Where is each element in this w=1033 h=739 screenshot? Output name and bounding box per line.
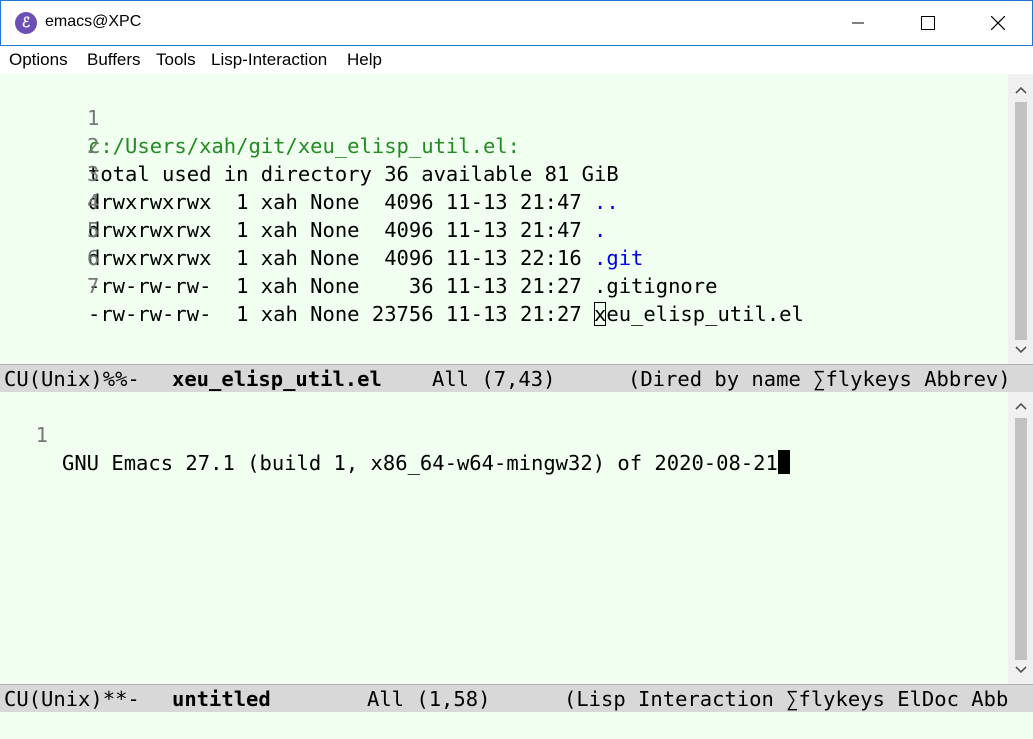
file-name[interactable]: .gitignore — [594, 274, 717, 298]
modeline-state: CU(Unix)**- — [4, 687, 140, 711]
buffer-text: GNU Emacs 27.1 (build 1, x86_64-w64-ming… — [62, 451, 778, 475]
minimize-button[interactable] — [823, 1, 893, 45]
chevron-up-icon — [1014, 86, 1027, 94]
scroll-down-button[interactable] — [1008, 660, 1033, 680]
cursor: x — [594, 302, 607, 326]
close-button[interactable] — [963, 1, 1033, 45]
line-number: 4 — [87, 190, 100, 214]
dired-entry[interactable]: 5 drwxrwxrwx 1 xah None 4096 11-13 22:16… — [0, 188, 643, 270]
title-bar[interactable]: ℰ emacs@XPC — [0, 0, 1033, 46]
line-number: 1 — [87, 106, 100, 130]
line-number: 7 — [87, 274, 100, 298]
vertical-scrollbar[interactable] — [1008, 74, 1033, 364]
dired-entry[interactable]: 6 -rw-rw-rw- 1 xah None 36 11-13 21:27 .… — [0, 216, 717, 298]
echo-area[interactable] — [0, 712, 1033, 739]
close-icon — [991, 16, 1005, 30]
scrollbar-thumb[interactable] — [1015, 102, 1027, 340]
menu-lisp-interaction[interactable]: Lisp-Interaction — [211, 50, 327, 70]
line-number: 2 — [87, 134, 100, 158]
line-number: 5 — [87, 218, 100, 242]
file-attributes: drwxrwxrwx 1 xah None 4096 11-13 21:47 — [88, 190, 595, 214]
file-name[interactable]: .. — [594, 190, 619, 214]
buffer-line: 1 GNU Emacs 27.1 (build 1, x86_64-w64-mi… — [0, 393, 790, 475]
line-number: 3 — [87, 162, 100, 186]
maximize-button[interactable] — [893, 1, 963, 45]
buffer-line: 1 c:/Users/xah/git/xeu_elisp_util.el: — [0, 76, 520, 158]
menu-tools[interactable]: Tools — [156, 50, 196, 70]
maximize-icon — [921, 16, 935, 30]
cursor — [777, 450, 790, 474]
file-attributes: -rw-rw-rw- 1 xah None 36 11-13 21:27 — [88, 274, 595, 298]
line-number: 1 — [35, 423, 48, 447]
file-attributes: drwxrwxrwx 1 xah None 4096 11-13 21:47 — [88, 218, 595, 242]
scrollbar-thumb[interactable] — [1015, 418, 1027, 660]
menu-help[interactable]: Help — [347, 50, 382, 70]
dired-buffer-window[interactable]: 1 c:/Users/xah/git/xeu_elisp_util.el: 2 … — [0, 74, 1008, 364]
untitled-buffer-window[interactable]: 1 GNU Emacs 27.1 (build 1, x86_64-w64-mi… — [0, 392, 1008, 684]
file-attributes: -rw-rw-rw- 1 xah None 23756 11-13 21:27 — [88, 302, 595, 326]
file-name[interactable]: eu_elisp_util.el — [606, 302, 803, 326]
line-number: 6 — [87, 246, 100, 270]
dired-entry[interactable]: 7 -rw-rw-rw- 1 xah None 23756 11-13 21:2… — [0, 244, 804, 326]
file-name[interactable]: . — [594, 218, 606, 242]
minimize-icon — [852, 22, 864, 24]
modeline-position: All (7,43) — [432, 367, 556, 391]
file-name[interactable]: .git — [594, 246, 643, 270]
mode-line[interactable]: CU(Unix)%%- xeu_elisp_util.el All (7,43)… — [0, 364, 1033, 392]
menu-bar: Options Buffers Tools Lisp-Interaction H… — [0, 46, 1033, 74]
vertical-scrollbar[interactable] — [1008, 392, 1033, 684]
modeline-modes[interactable]: (Dired by name ∑flykeys Abbrev) — [628, 365, 1011, 392]
chevron-up-icon — [1014, 402, 1027, 410]
scroll-down-button[interactable] — [1008, 340, 1033, 360]
modeline-modes[interactable]: (Lisp Interaction ∑flykeys ElDoc Abb — [564, 685, 1008, 712]
emacs-icon: ℰ — [15, 12, 37, 34]
dired-entry[interactable]: 3 drwxrwxrwx 1 xah None 4096 11-13 21:47… — [0, 132, 619, 214]
mode-line[interactable]: CU(Unix)**- untitled All (1,58) (Lisp In… — [0, 684, 1033, 712]
modeline-buffer-name[interactable]: untitled — [172, 685, 271, 712]
scroll-up-button[interactable] — [1008, 80, 1033, 100]
file-attributes: drwxrwxrwx 1 xah None 4096 11-13 22:16 — [88, 246, 595, 270]
dired-summary: total used in directory 36 available 81 … — [88, 162, 619, 186]
dired-header-path: c:/Users/xah/git/xeu_elisp_util.el: — [88, 134, 520, 158]
menu-buffers[interactable]: Buffers — [87, 50, 141, 70]
chevron-down-icon — [1014, 346, 1027, 354]
modeline-buffer-name[interactable]: xeu_elisp_util.el — [172, 365, 382, 392]
modeline-state: CU(Unix)%%- — [4, 367, 140, 391]
dired-entry[interactable]: 4 drwxrwxrwx 1 xah None 4096 11-13 21:47… — [0, 160, 606, 242]
chevron-down-icon — [1014, 666, 1027, 674]
window-title: emacs@XPC — [45, 13, 142, 30]
modeline-position: All (1,58) — [367, 687, 491, 711]
buffer-line: 2 total used in directory 36 available 8… — [0, 104, 619, 186]
menu-options[interactable]: Options — [9, 50, 68, 70]
scroll-up-button[interactable] — [1008, 396, 1033, 416]
